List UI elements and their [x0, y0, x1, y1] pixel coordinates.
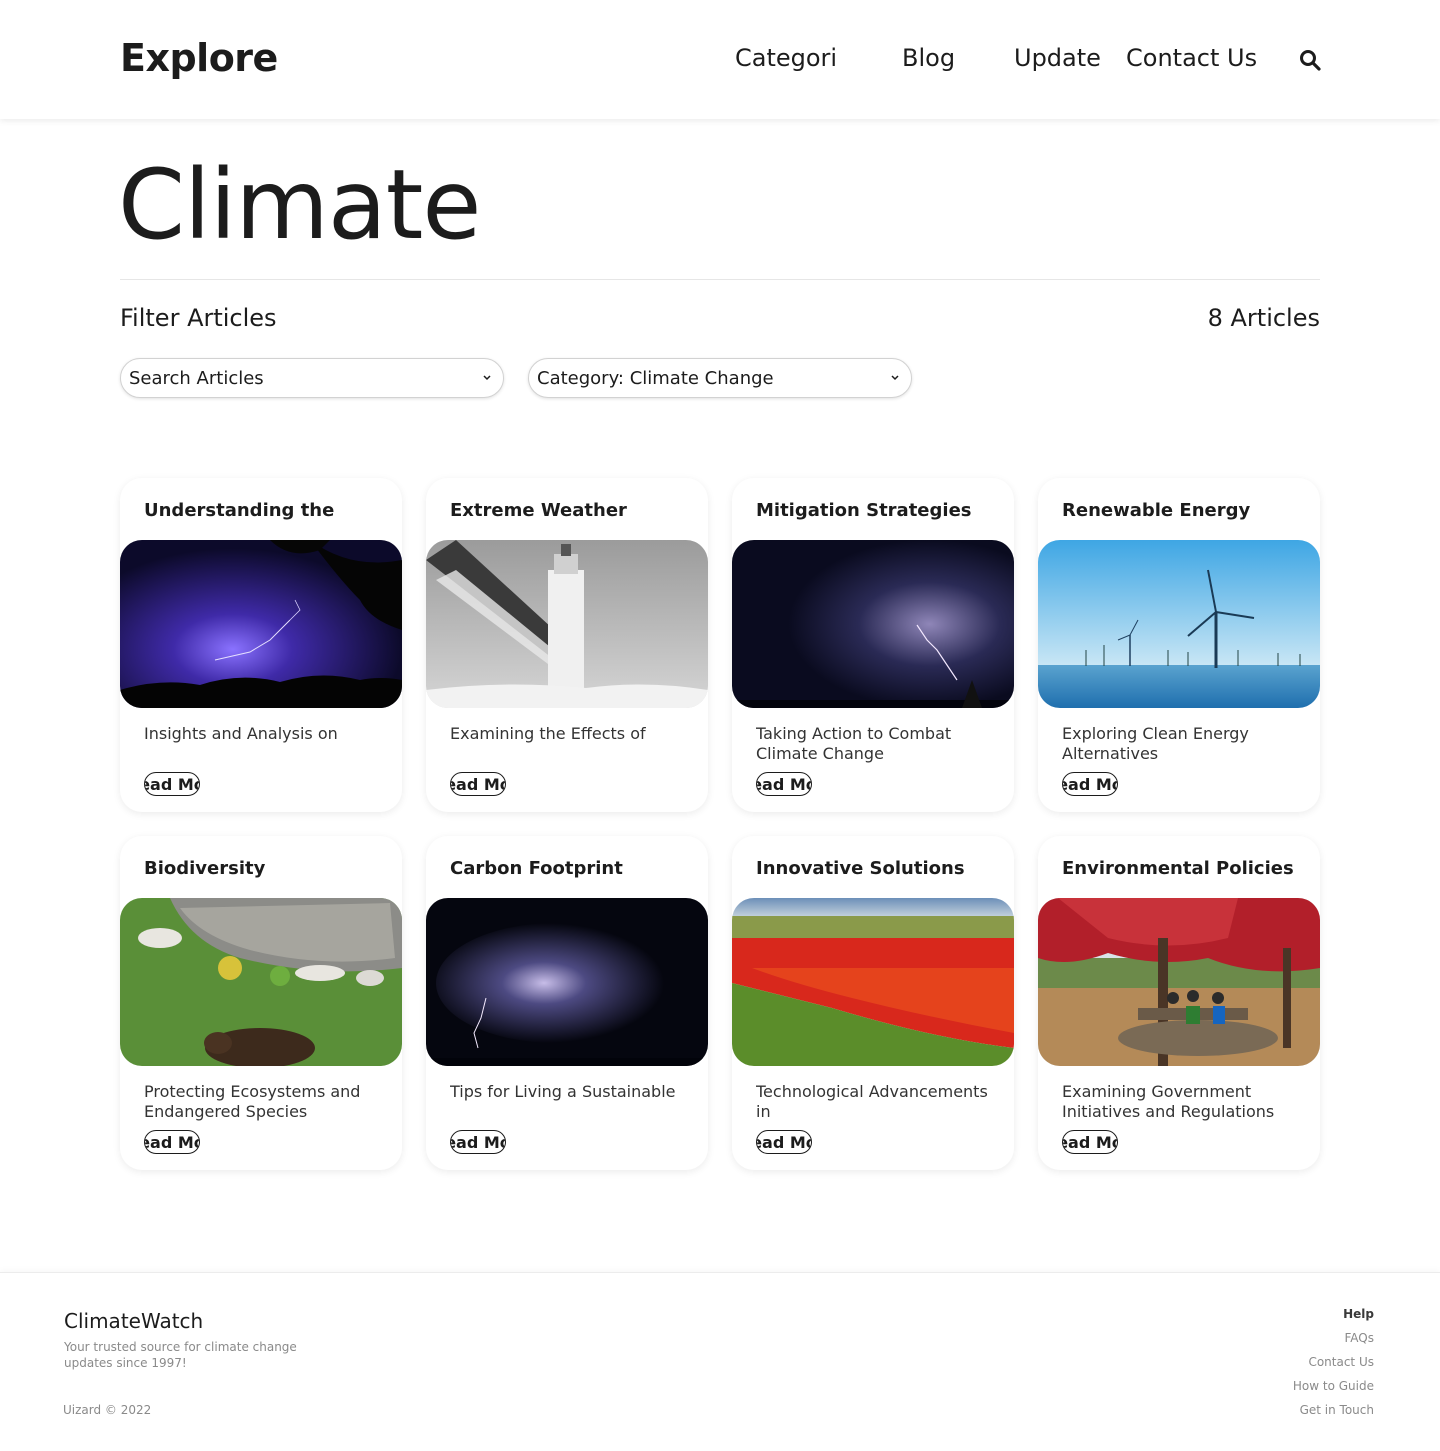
card-description: Examining the Effects of — [450, 724, 646, 743]
read-more-button[interactable]: ead Mo — [756, 772, 812, 796]
card-image-purple-lightning — [120, 540, 402, 708]
card-title: Carbon Footprint — [450, 858, 623, 879]
nav-contact-us[interactable]: Contact Us — [1126, 44, 1266, 72]
footer-link-how-to-guide[interactable]: How to Guide — [1293, 1379, 1374, 1403]
card-title: Mitigation Strategies — [756, 500, 972, 521]
footer: ClimateWatch Your trusted source for cli… — [0, 1272, 1440, 1451]
filter-title: Filter Articles — [120, 304, 277, 332]
article-count: 8 Articles — [1207, 304, 1320, 332]
read-more-button[interactable]: ead Mo — [1062, 772, 1118, 796]
search-articles-dropdown[interactable]: Search Articles — [120, 358, 504, 398]
card-description: Examining Government Initiatives and Reg… — [1062, 1082, 1275, 1121]
card-description: Protecting Ecosystems and Endangered Spe… — [144, 1082, 361, 1121]
search-articles-label: Search Articles — [129, 367, 264, 389]
article-card[interactable]: Extreme Weather Examining the Effects of… — [426, 478, 708, 812]
card-title: Biodiversity — [144, 858, 266, 879]
top-nav-bar: Explore Categori Blog Update Contact Us — [0, 0, 1440, 119]
read-more-button[interactable]: ead Mo — [450, 1130, 506, 1154]
footer-link-contact-us[interactable]: Contact Us — [1293, 1355, 1374, 1379]
footer-brand: ClimateWatch — [64, 1309, 204, 1333]
card-title: Innovative Solutions — [756, 858, 965, 879]
card-description: Exploring Clean Energy Alternatives — [1062, 724, 1249, 763]
card-image-bear-garden — [120, 898, 402, 1066]
chevron-down-icon — [891, 375, 899, 381]
read-more-button[interactable]: ead Mo — [144, 1130, 200, 1154]
article-card[interactable]: Innovative Solutions Technological Advan… — [732, 836, 1014, 1170]
page-title: Climate — [118, 149, 481, 261]
card-image-frozen-lighthouse — [426, 540, 708, 708]
article-card[interactable]: Mitigation Strategies Taking Action to C… — [732, 478, 1014, 812]
footer-tagline: Your trusted source for climate change u… — [64, 1340, 297, 1370]
divider — [120, 279, 1320, 280]
category-label: Category: Climate Change — [537, 367, 774, 389]
article-card[interactable]: Understanding the Insights and Analysis … — [120, 478, 402, 812]
article-card[interactable]: Environmental Policies Examining Governm… — [1038, 836, 1320, 1170]
card-image-thunderstorm — [426, 898, 708, 1066]
card-image-red-tree-picnic — [1038, 898, 1320, 1066]
card-description: Taking Action to Combat Climate Change — [756, 724, 952, 763]
article-card[interactable]: Carbon Footprint Tips for Living a Susta… — [426, 836, 708, 1170]
card-title: Renewable Energy — [1062, 500, 1251, 521]
footer-link-faqs[interactable]: FAQs — [1293, 1331, 1375, 1355]
card-description: Technological Advancements in — [756, 1082, 988, 1121]
search-icon[interactable] — [1298, 48, 1322, 72]
nav-categories[interactable]: Categori — [735, 44, 842, 72]
card-title: Environmental Policies — [1062, 858, 1294, 879]
card-image-wind-turbines — [1038, 540, 1320, 708]
site-logo[interactable]: Explore — [120, 36, 278, 80]
card-image-flower-field — [732, 898, 1014, 1066]
card-description: Tips for Living a Sustainable — [450, 1082, 676, 1101]
nav-blog[interactable]: Blog — [902, 44, 972, 72]
card-description: Insights and Analysis on — [144, 724, 338, 743]
read-more-button[interactable]: ead Mo — [1062, 1130, 1118, 1154]
footer-links-heading: Help — [1343, 1307, 1374, 1321]
read-more-button[interactable]: ead Mo — [756, 1130, 812, 1154]
chevron-down-icon — [483, 375, 491, 381]
article-card[interactable]: Biodiversity Protecting Ecosystems and E… — [120, 836, 402, 1170]
footer-link-get-in-touch[interactable]: Get in Touch — [1293, 1403, 1374, 1427]
read-more-button[interactable]: ead Mo — [450, 772, 506, 796]
card-image-night-storm — [732, 540, 1014, 708]
card-title: Extreme Weather — [450, 500, 627, 521]
footer-links: Help FAQs Contact Us How to Guide Get in… — [1293, 1307, 1374, 1427]
card-title: Understanding the — [144, 500, 335, 521]
category-dropdown[interactable]: Category: Climate Change — [528, 358, 912, 398]
read-more-button[interactable]: ead Mo — [144, 772, 200, 796]
footer-copyright: Uizard © 2022 — [63, 1403, 152, 1417]
article-card[interactable]: Renewable Energy Exploring Clean Energy … — [1038, 478, 1320, 812]
nav-updates[interactable]: Update — [1014, 44, 1110, 72]
